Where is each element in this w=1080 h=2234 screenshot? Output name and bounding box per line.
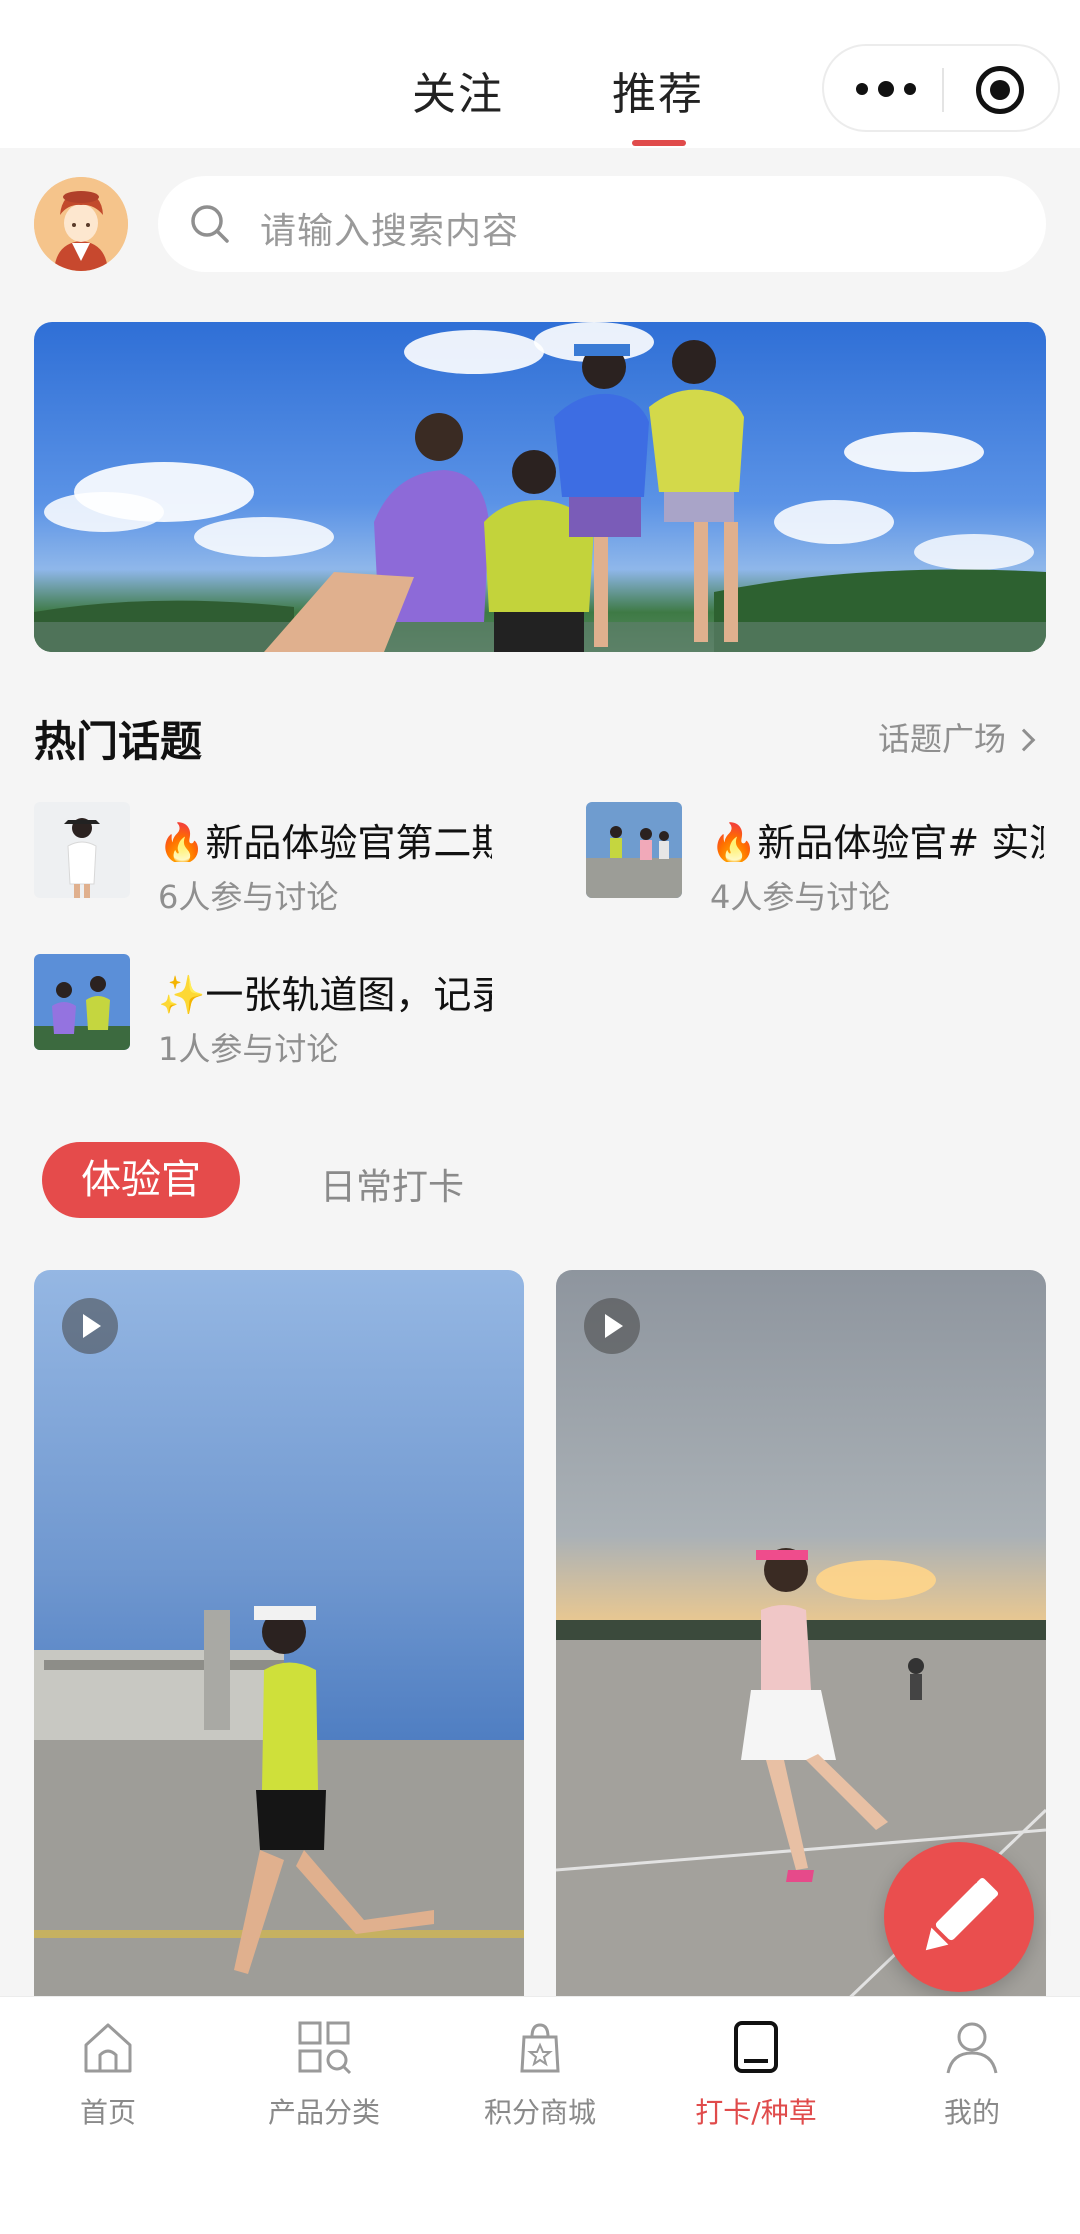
category-icon: [298, 2021, 352, 2075]
tab-follow[interactable]: 关注: [412, 58, 504, 122]
topic-thumbnail: [34, 954, 130, 1050]
topic-title: 🔥新品体验官# 实测: [710, 821, 1044, 862]
topic-title: 🔥新品体验官第二期: [158, 821, 492, 862]
topic-square-link[interactable]: 话题广场: [878, 714, 1036, 760]
home-icon: [84, 2023, 132, 2073]
play-icon: [62, 1298, 118, 1354]
hot-topic-item[interactable]: 🔥新品体验官第二期 6人参与讨论: [34, 802, 504, 916]
avatar[interactable]: [34, 177, 128, 271]
capsule-divider: [942, 68, 944, 112]
hot-topic-item[interactable]: 🔥新品体验官# 实测 4人参与讨论: [586, 802, 1056, 916]
create-post-button[interactable]: [884, 1842, 1034, 1992]
top-navigation-bar: 关注 推荐: [0, 0, 1080, 148]
profile-icon: [946, 2022, 998, 2074]
topic-participants: 4人参与讨论: [710, 878, 891, 916]
topic-title: ✨一张轨道图，记录: [158, 973, 492, 1014]
tab-daily-checkin[interactable]: 日常打卡: [320, 1158, 464, 1210]
topic-thumbnail: [586, 802, 682, 898]
nav-label: 积分商城: [483, 2096, 596, 2129]
more-options-icon[interactable]: [856, 74, 916, 104]
topic-participants: 6人参与讨论: [158, 878, 339, 916]
bottom-tab-bar: 首页 产品分类 积分商城 打卡/种草 我的: [0, 1996, 1080, 2234]
video-card[interactable]: [34, 1270, 524, 2030]
nav-label: 打卡/种草: [695, 2096, 817, 2129]
topic-square-label: 话题广场: [878, 720, 1007, 758]
hot-topic-item[interactable]: ✨一张轨道图，记录 1人参与讨论: [34, 954, 504, 1068]
chevron-right-icon: [1012, 728, 1036, 752]
search-bar[interactable]: 请输入搜索内容: [158, 176, 1046, 272]
nav-label: 首页: [79, 2096, 136, 2129]
nav-home[interactable]: 首页: [8, 2017, 208, 2137]
banner-image: [34, 322, 1046, 652]
video-thumbnail: [34, 1606, 524, 2030]
tab-recommend[interactable]: 推荐: [612, 58, 704, 122]
play-icon: [584, 1298, 640, 1354]
search-icon: [191, 205, 229, 243]
nav-label: 产品分类: [267, 2096, 380, 2129]
close-mini-program-icon[interactable]: [976, 66, 1024, 114]
nav-points-mall[interactable]: 积分商城: [440, 2017, 640, 2137]
search-input[interactable]: 请输入搜索内容: [260, 202, 519, 254]
nav-label: 我的: [943, 2096, 1000, 2129]
nav-profile[interactable]: 我的: [872, 2017, 1072, 2137]
nav-checkin[interactable]: 打卡/种草: [656, 2017, 856, 2137]
active-tab-indicator: [632, 140, 686, 146]
promo-banner[interactable]: [34, 322, 1046, 652]
hot-topics-title: 热门话题: [34, 717, 203, 766]
mini-program-capsule: [822, 44, 1060, 132]
tab-experience-officer[interactable]: 体验官: [42, 1142, 240, 1218]
nav-category[interactable]: 产品分类: [224, 2017, 424, 2137]
checkin-icon: [734, 2021, 778, 2073]
topic-thumbnail: [34, 802, 130, 898]
points-mall-icon: [520, 2023, 560, 2073]
pencil-icon: [925, 1877, 999, 1951]
topic-participants: 1人参与讨论: [158, 1030, 339, 1068]
